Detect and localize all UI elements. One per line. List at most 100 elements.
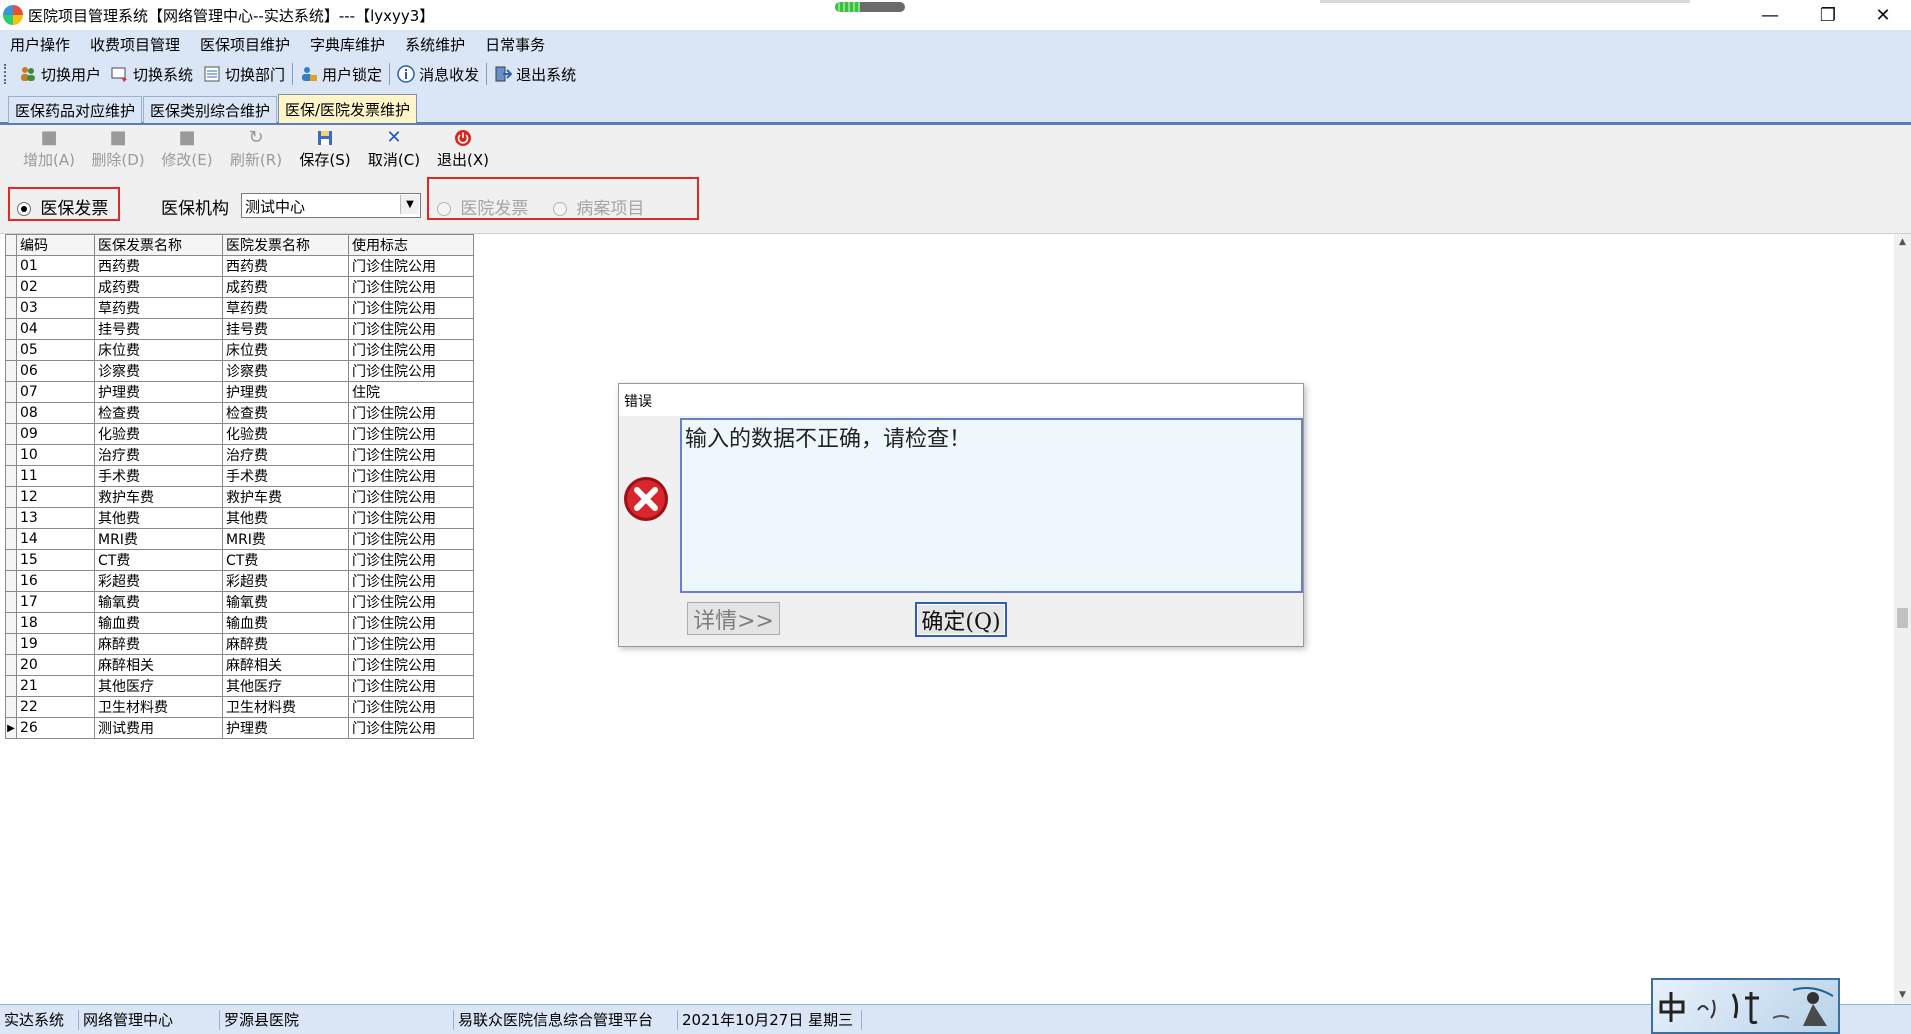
delete-button[interactable]: ■ 删除(D) xyxy=(85,129,151,173)
table-cell[interactable]: 化验费 xyxy=(222,423,349,445)
table-cell[interactable]: 输血费 xyxy=(222,612,349,634)
table-cell[interactable]: 彩超费 xyxy=(94,570,223,592)
table-row[interactable]: 01 西药费 西药费 门诊住院公用 xyxy=(5,255,474,277)
table-row[interactable]: 16 彩超费 彩超费 门诊住院公用 xyxy=(5,570,474,592)
table-cell[interactable]: CT费 xyxy=(222,549,349,571)
ok-button[interactable]: 确定(Q) xyxy=(915,602,1007,637)
table-cell[interactable]: 化验费 xyxy=(94,423,223,445)
tab-drug-mapping[interactable]: 医保药品对应维护 xyxy=(8,96,143,123)
table-cell[interactable]: 门诊住院公用 xyxy=(348,549,474,571)
table-row[interactable]: 08 检查费 检查费 门诊住院公用 xyxy=(5,402,474,424)
table-cell[interactable]: 麻醉相关 xyxy=(222,654,349,676)
table-cell[interactable]: 草药费 xyxy=(94,297,223,319)
table-cell[interactable]: 门诊住院公用 xyxy=(348,360,474,382)
table-cell[interactable]: 挂号费 xyxy=(94,318,223,340)
row-indicator[interactable] xyxy=(5,612,17,634)
table-cell[interactable]: 门诊住院公用 xyxy=(348,402,474,424)
table-row[interactable]: 03 草药费 草药费 门诊住院公用 xyxy=(5,297,474,319)
save-button[interactable]: 保存(S) xyxy=(292,129,358,173)
table-cell[interactable]: 其他医疗 xyxy=(222,675,349,697)
table-cell[interactable]: 门诊住院公用 xyxy=(348,675,474,697)
table-cell[interactable]: 成药费 xyxy=(94,276,223,298)
row-indicator[interactable] xyxy=(5,654,17,676)
table-cell[interactable]: 02 xyxy=(16,276,95,298)
row-indicator[interactable] xyxy=(5,402,17,424)
row-indicator[interactable] xyxy=(5,591,17,613)
table-cell[interactable]: 检查费 xyxy=(94,402,223,424)
table-cell[interactable]: 13 xyxy=(16,507,95,529)
table-row[interactable]: 09 化验费 化验费 门诊住院公用 xyxy=(5,423,474,445)
row-indicator[interactable] xyxy=(5,675,17,697)
user-lock-button[interactable]: 用户锁定 xyxy=(295,64,387,85)
table-cell[interactable]: 20 xyxy=(16,654,95,676)
table-row[interactable]: ▶ 26 测试费用 护理费 门诊住院公用 xyxy=(5,717,474,739)
table-row[interactable]: 22 卫生材料费 卫生材料费 门诊住院公用 xyxy=(5,696,474,718)
table-cell[interactable]: 门诊住院公用 xyxy=(348,696,474,718)
table-cell[interactable]: 其他费 xyxy=(94,507,223,529)
row-indicator[interactable] xyxy=(5,381,17,403)
messages-button[interactable]: 消息收发 xyxy=(392,64,484,85)
details-button[interactable]: 详情>> xyxy=(687,602,780,635)
table-row[interactable]: 13 其他费 其他费 门诊住院公用 xyxy=(5,507,474,529)
table-cell[interactable]: 床位费 xyxy=(94,339,223,361)
table-cell[interactable]: 门诊住院公用 xyxy=(348,465,474,487)
menu-system[interactable]: 系统维护 xyxy=(395,34,475,55)
table-cell[interactable]: 门诊住院公用 xyxy=(348,297,474,319)
table-cell[interactable]: 门诊住院公用 xyxy=(348,318,474,340)
table-row[interactable]: 02 成药费 成药费 门诊住院公用 xyxy=(5,276,474,298)
table-cell[interactable]: 手术费 xyxy=(94,465,223,487)
table-cell[interactable]: 01 xyxy=(16,255,95,277)
exit-button[interactable]: 退出(X) xyxy=(430,129,496,173)
table-row[interactable]: 14 MRI费 MRI费 门诊住院公用 xyxy=(5,528,474,550)
table-cell[interactable]: 彩超费 xyxy=(222,570,349,592)
table-cell[interactable]: 挂号费 xyxy=(222,318,349,340)
table-cell[interactable]: 住院 xyxy=(348,381,474,403)
switch-department-button[interactable]: 切换部门 xyxy=(198,64,290,85)
case-item-radio[interactable]: 病案项目 xyxy=(553,194,644,219)
table-cell[interactable]: 麻醉费 xyxy=(222,633,349,655)
table-cell[interactable]: 11 xyxy=(16,465,95,487)
table-cell[interactable]: 输氧费 xyxy=(222,591,349,613)
switch-user-button[interactable]: 切换用户 xyxy=(14,64,106,85)
table-cell[interactable]: 诊察费 xyxy=(94,360,223,382)
row-indicator[interactable] xyxy=(5,633,17,655)
table-cell[interactable]: 门诊住院公用 xyxy=(348,507,474,529)
row-indicator[interactable] xyxy=(5,423,17,445)
close-button[interactable]: ✕ xyxy=(1855,0,1911,30)
table-row[interactable]: 15 CT费 CT费 门诊住院公用 xyxy=(5,549,474,571)
minimize-button[interactable]: — xyxy=(1742,0,1798,30)
table-cell[interactable]: 护理费 xyxy=(222,717,349,739)
table-cell[interactable]: 10 xyxy=(16,444,95,466)
row-indicator[interactable] xyxy=(5,549,17,571)
scroll-down-icon[interactable]: ▼ xyxy=(1894,987,1911,1004)
table-cell[interactable]: 门诊住院公用 xyxy=(348,444,474,466)
table-cell[interactable]: 其他费 xyxy=(222,507,349,529)
chevron-down-icon[interactable]: ▼ xyxy=(400,195,419,214)
menu-insurance-items[interactable]: 医保项目维护 xyxy=(190,34,300,55)
table-cell[interactable]: 成药费 xyxy=(222,276,349,298)
add-button[interactable]: ■ 增加(A) xyxy=(16,129,82,173)
table-cell[interactable]: 卫生材料费 xyxy=(222,696,349,718)
table-cell[interactable]: 测试费用 xyxy=(94,717,223,739)
row-indicator[interactable] xyxy=(5,255,17,277)
table-row[interactable]: 05 床位费 床位费 门诊住院公用 xyxy=(5,339,474,361)
table-cell[interactable]: 门诊住院公用 xyxy=(348,528,474,550)
table-row[interactable]: 11 手术费 手术费 门诊住院公用 xyxy=(5,465,474,487)
table-cell[interactable]: 17 xyxy=(16,591,95,613)
table-cell[interactable]: 救护车费 xyxy=(222,486,349,508)
table-row[interactable]: 07 护理费 护理费 住院 xyxy=(5,381,474,403)
table-cell[interactable]: 护理费 xyxy=(222,381,349,403)
table-cell[interactable]: 门诊住院公用 xyxy=(348,612,474,634)
table-cell[interactable]: 手术费 xyxy=(222,465,349,487)
vertical-scrollbar[interactable]: ▲ ▼ xyxy=(1894,234,1911,1004)
table-cell[interactable]: 西药费 xyxy=(222,255,349,277)
table-cell[interactable]: 15 xyxy=(16,549,95,571)
table-cell[interactable]: 输氧费 xyxy=(94,591,223,613)
table-cell[interactable]: 09 xyxy=(16,423,95,445)
table-cell[interactable]: 门诊住院公用 xyxy=(348,339,474,361)
table-cell[interactable]: 门诊住院公用 xyxy=(348,255,474,277)
table-cell[interactable]: 门诊住院公用 xyxy=(348,654,474,676)
table-cell[interactable]: 救护车费 xyxy=(94,486,223,508)
table-row[interactable]: 20 麻醉相关 麻醉相关 门诊住院公用 xyxy=(5,654,474,676)
table-cell[interactable]: 麻醉相关 xyxy=(94,654,223,676)
